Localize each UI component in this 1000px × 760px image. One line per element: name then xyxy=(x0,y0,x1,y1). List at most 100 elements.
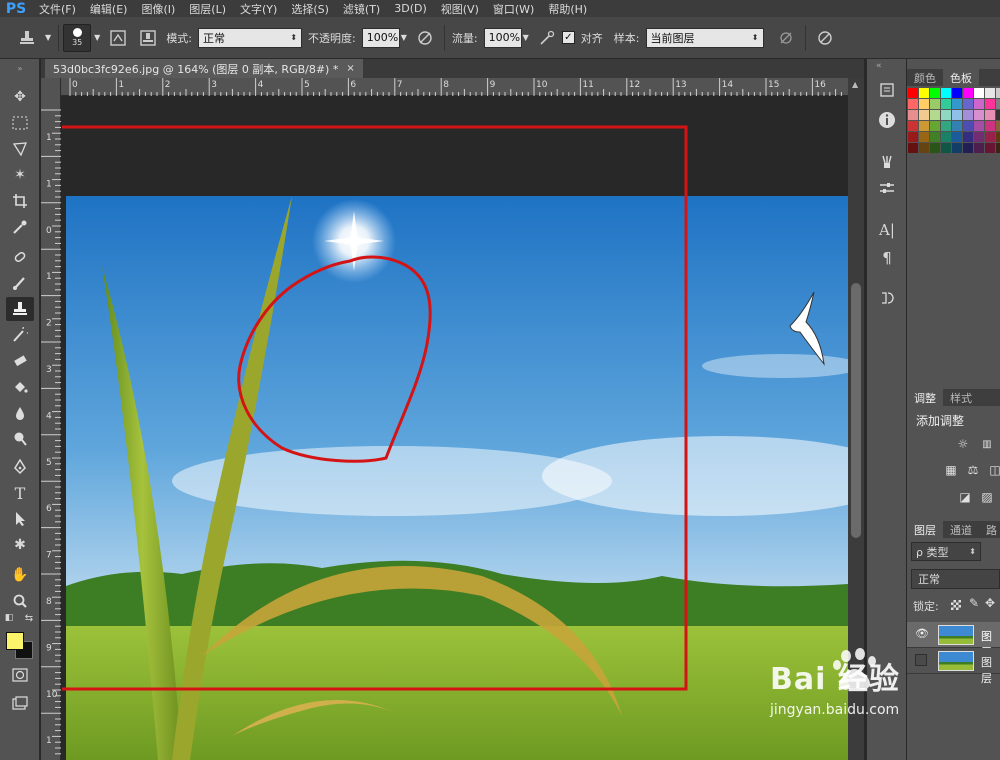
color-swatch[interactable] xyxy=(930,110,940,120)
tab-channels[interactable]: 通道 xyxy=(943,521,979,538)
crop-tool-icon[interactable] xyxy=(6,189,34,213)
color-swatch[interactable] xyxy=(996,143,1000,153)
opacity-dropdown-icon[interactable]: ▼ xyxy=(401,33,407,42)
dodge-tool-icon[interactable] xyxy=(6,427,34,451)
menu-filter[interactable]: 滤镜(T) xyxy=(336,1,387,17)
menu-image[interactable]: 图像(I) xyxy=(134,1,182,17)
brush-panel-toggle-icon[interactable] xyxy=(107,27,129,49)
color-swatch[interactable] xyxy=(919,99,929,109)
color-swatch[interactable] xyxy=(952,143,962,153)
menu-help[interactable]: 帮助(H) xyxy=(541,1,594,17)
color-swatch[interactable] xyxy=(908,132,918,142)
color-swatch[interactable] xyxy=(963,121,973,131)
color-swatch[interactable] xyxy=(974,88,984,98)
clone-source-panel-icon[interactable] xyxy=(137,27,159,49)
color-swatch[interactable] xyxy=(985,99,995,109)
color-swatch[interactable] xyxy=(974,132,984,142)
clone-source-panel-icon[interactable] xyxy=(876,287,898,309)
tab-swatches[interactable]: 色板 xyxy=(943,69,979,86)
lock-pixels-icon[interactable]: ✎ xyxy=(969,596,979,610)
color-swatch[interactable] xyxy=(919,143,929,153)
history-panel-icon[interactable] xyxy=(876,79,898,101)
menu-view[interactable]: 视图(V) xyxy=(434,1,486,17)
brush-presets-panel-icon[interactable] xyxy=(876,151,898,173)
tab-styles[interactable]: 样式 xyxy=(943,389,979,406)
menu-type[interactable]: 文字(Y) xyxy=(233,1,284,17)
color-swatch[interactable] xyxy=(952,99,962,109)
color-swatch[interactable] xyxy=(974,143,984,153)
info-panel-icon[interactable] xyxy=(876,109,898,131)
color-swatch[interactable] xyxy=(941,110,951,120)
visibility-eye-icon[interactable]: 👁 xyxy=(915,627,929,640)
sample-select[interactable]: 当前图层 ⬍ xyxy=(645,27,764,48)
color-swatch[interactable] xyxy=(941,143,951,153)
color-swatch[interactable] xyxy=(974,121,984,131)
color-swatch[interactable] xyxy=(941,88,951,98)
color-swatch[interactable] xyxy=(985,88,995,98)
airbrush-icon[interactable] xyxy=(536,27,558,49)
pressure-size-icon[interactable] xyxy=(814,27,836,49)
mode-select[interactable]: 正常 ⬍ xyxy=(198,27,303,48)
collapse-arrows-icon[interactable]: « xyxy=(876,61,882,71)
color-swatch[interactable] xyxy=(930,121,940,131)
close-tab-icon[interactable]: × xyxy=(346,63,354,74)
ignore-adjustment-layers-icon[interactable] xyxy=(775,27,797,49)
scrollbar-thumb[interactable] xyxy=(851,283,861,538)
eyedropper-tool-icon[interactable] xyxy=(6,215,34,239)
layer-filter-select[interactable]: ρ 类型 ⬍ xyxy=(911,542,981,561)
menu-3d[interactable]: 3D(D) xyxy=(387,2,434,15)
clone-stamp-tool-icon[interactable] xyxy=(6,297,34,321)
tab-adjustments[interactable]: 调整 xyxy=(907,389,943,406)
brightness-icon[interactable]: ☼ xyxy=(955,436,971,452)
color-swatch[interactable] xyxy=(952,88,962,98)
brush-preset-picker[interactable]: 35 xyxy=(63,23,92,52)
path-selection-tool-icon[interactable] xyxy=(6,507,34,531)
color-swatch[interactable] xyxy=(985,110,995,120)
move-tool-icon[interactable]: ✥ xyxy=(6,85,34,109)
color-swatch[interactable] xyxy=(908,143,918,153)
color-swatch[interactable] xyxy=(974,110,984,120)
color-swatch[interactable] xyxy=(930,99,940,109)
lasso-tool-icon[interactable] xyxy=(6,137,34,161)
color-swatch[interactable] xyxy=(908,88,918,98)
flow-dropdown-icon[interactable]: ▼ xyxy=(523,33,529,42)
eraser-tool-icon[interactable] xyxy=(6,349,34,373)
menu-window[interactable]: 窗口(W) xyxy=(486,1,541,17)
marquee-tool-icon[interactable] xyxy=(6,111,34,135)
lock-transparent-icon[interactable] xyxy=(951,600,961,610)
screen-mode-icon[interactable] xyxy=(6,691,34,715)
color-swatch[interactable] xyxy=(996,99,1000,109)
tool-presets-panel-icon[interactable] xyxy=(876,177,898,199)
invert-icon[interactable]: ◪ xyxy=(957,489,973,505)
document-image[interactable] xyxy=(62,96,848,760)
layer-row[interactable]: 👁 图层 xyxy=(907,622,1000,659)
swap-colors-icon[interactable]: ⇆ xyxy=(22,612,36,624)
color-swatch[interactable] xyxy=(941,99,951,109)
color-swatch[interactable] xyxy=(985,143,995,153)
scroll-up-arrow-icon[interactable]: ▲ xyxy=(852,80,858,89)
color-swatch[interactable] xyxy=(996,132,1000,142)
color-swatch[interactable] xyxy=(952,121,962,131)
color-swatch[interactable] xyxy=(963,132,973,142)
magic-wand-tool-icon[interactable]: ✶ xyxy=(6,163,34,187)
color-swatch[interactable] xyxy=(919,121,929,131)
document-tab[interactable]: 53d0bc3fc92e6.jpg @ 164% (图层 0 副本, RGB/8… xyxy=(45,59,363,78)
paint-bucket-tool-icon[interactable] xyxy=(6,375,34,399)
hand-tool-icon[interactable]: ✋ xyxy=(6,563,34,587)
exposure-icon[interactable]: ▦ xyxy=(943,462,959,478)
menu-file[interactable]: 文件(F) xyxy=(32,1,83,17)
color-swatch[interactable] xyxy=(908,110,918,120)
opacity-input[interactable]: 100% xyxy=(361,27,400,48)
history-brush-tool-icon[interactable] xyxy=(6,323,34,347)
color-swatch[interactable] xyxy=(941,121,951,131)
color-swatch[interactable] xyxy=(952,110,962,120)
black-white-icon[interactable]: ◫ xyxy=(987,462,1000,478)
color-swatch[interactable] xyxy=(963,143,973,153)
brush-tool-icon[interactable] xyxy=(6,271,34,295)
paragraph-panel-icon[interactable]: ¶ xyxy=(876,247,898,269)
color-swatch[interactable] xyxy=(996,88,1000,98)
menu-select[interactable]: 选择(S) xyxy=(284,1,336,17)
tool-preset-arrow-icon[interactable]: ▼ xyxy=(45,33,51,42)
color-swatch[interactable] xyxy=(985,132,995,142)
color-swatch[interactable] xyxy=(996,121,1000,131)
